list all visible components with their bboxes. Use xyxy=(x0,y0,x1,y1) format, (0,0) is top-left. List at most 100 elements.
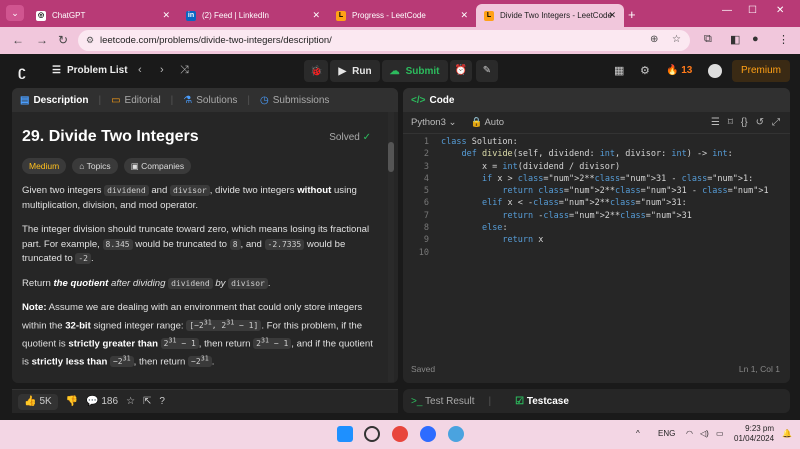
tab-linkedin[interactable]: in (2) Feed | LinkedIn ✕ xyxy=(178,4,328,27)
battery-icon[interactable]: ▭ xyxy=(716,429,724,438)
code-line[interactable]: 4 if x > class="num">2**class="num">31 -… xyxy=(403,173,790,185)
zoom-icon[interactable]: ⊕ xyxy=(650,34,658,45)
minimize-button[interactable]: — xyxy=(722,5,732,16)
auto-toggle[interactable]: 🔒 Auto xyxy=(470,117,504,128)
windows-start-icon[interactable] xyxy=(337,426,353,442)
chrome-profile-icon[interactable] xyxy=(448,426,464,442)
reload-icon[interactable]: ↻ xyxy=(58,33,68,47)
address-bar[interactable]: ⚙ leetcode.com/problems/divide-two-integ… xyxy=(78,30,690,51)
scroll-thumb[interactable] xyxy=(388,142,394,172)
zoom-app-icon[interactable] xyxy=(420,426,436,442)
topics-tag[interactable]: ⌂ Topics xyxy=(72,158,118,174)
bookmark-icon[interactable]: ⌑ xyxy=(728,117,733,128)
leetcode-icon: L xyxy=(336,10,346,21)
timer-button[interactable]: ⏰ xyxy=(450,60,472,82)
forward-icon[interactable]: → xyxy=(36,33,48,47)
tab-description[interactable]: ▤ Description xyxy=(20,95,88,106)
tab-divide-two-integers[interactable]: L Divide Two Integers - LeetCode ✕ xyxy=(476,4,624,27)
code-line[interactable]: 6 elif x < -class="num">2**class="num">3… xyxy=(403,197,790,209)
tab-chatgpt[interactable]: ◎ ChatGPT ✕ xyxy=(28,4,178,27)
braces-icon[interactable]: {} xyxy=(741,117,748,128)
code-line[interactable]: 1 class Solution: xyxy=(403,136,790,148)
sidebar-icon[interactable]: ◧ xyxy=(730,33,740,46)
format-icon[interactable]: ☰ xyxy=(711,117,720,128)
avatar[interactable] xyxy=(708,64,722,78)
close-icon[interactable]: ✕ xyxy=(608,10,616,21)
problem-list-button[interactable]: ☰ Problem List xyxy=(52,65,128,76)
next-problem-icon[interactable]: › xyxy=(160,64,164,76)
companies-tag[interactable]: ▣ Companies xyxy=(123,158,192,174)
maximize-button[interactable]: ☐ xyxy=(748,5,757,16)
close-window-button[interactable]: ✕ xyxy=(776,5,784,16)
comments-button[interactable]: 💬 186 xyxy=(86,396,118,407)
search-icon[interactable] xyxy=(364,426,380,442)
chrome-icon[interactable] xyxy=(392,426,408,442)
streak-counter[interactable]: 🔥 13 xyxy=(666,65,692,76)
code-text: return class="num">2**class="num">31 - c… xyxy=(502,186,769,197)
wifi-icon[interactable]: ◠ xyxy=(686,429,693,438)
tab-editorial[interactable]: ▭ Editorial xyxy=(111,95,161,106)
tab-code[interactable]: </> Code xyxy=(411,95,454,106)
volume-icon[interactable]: ◁) xyxy=(700,429,709,438)
tab-test-result[interactable]: >_ Test Result xyxy=(411,396,474,407)
tab-progress[interactable]: L Progress - LeetCode ✕ xyxy=(328,4,476,27)
code-line[interactable]: 5 return class="num">2**class="num">31 -… xyxy=(403,185,790,197)
code-line[interactable]: 8 else: xyxy=(403,222,790,234)
language-select[interactable]: Python3 ⌄ xyxy=(411,117,456,128)
line-number: 10 xyxy=(418,247,429,258)
back-icon[interactable]: ← xyxy=(12,33,24,47)
extensions-icon[interactable]: ⧉ xyxy=(704,33,712,46)
close-icon[interactable]: ✕ xyxy=(460,10,468,21)
share-button[interactable]: ⇱ xyxy=(143,396,151,407)
tab-solutions[interactable]: ⚗ Solutions xyxy=(183,95,237,106)
code-line[interactable]: 2 def divide(self, dividend: int, diviso… xyxy=(403,148,790,160)
dislike-button[interactable]: 👎 xyxy=(66,396,78,407)
fullscreen-icon[interactable]: ⤢ xyxy=(772,117,780,128)
help-button[interactable]: ? xyxy=(159,396,165,407)
tab-testcase[interactable]: ☑ Testcase xyxy=(515,396,569,407)
settings-gear-icon[interactable]: ⚙ xyxy=(640,64,650,77)
chevron-up-icon[interactable]: ^ xyxy=(636,429,640,438)
history-icon: ◷ xyxy=(260,94,269,106)
code-line[interactable]: 3 x = int(dividend / divisor) xyxy=(403,161,790,173)
bookmark-star-icon[interactable]: ☆ xyxy=(672,34,681,45)
difficulty-badge[interactable]: Medium xyxy=(22,158,67,174)
share-icon: ⇱ xyxy=(143,396,152,407)
system-clock[interactable]: 9:23 pm 01/04/2024 xyxy=(734,424,774,444)
menu-icon[interactable]: ⋮ xyxy=(778,33,789,46)
code-line[interactable]: 7 return -class="num">2**class="num">31 xyxy=(403,210,790,222)
code-line[interactable]: 10 xyxy=(403,247,790,259)
new-tab-button[interactable]: + xyxy=(628,7,636,22)
leetcode-logo[interactable]: ʗ xyxy=(18,63,34,79)
description-scrollbar[interactable] xyxy=(388,112,394,382)
site-info-icon[interactable]: ⚙ xyxy=(86,35,94,46)
prev-problem-icon[interactable]: ‹ xyxy=(138,64,142,76)
reset-icon[interactable]: ↺ xyxy=(756,117,764,128)
question-icon: ? xyxy=(159,396,165,407)
favorite-button[interactable]: ☆ xyxy=(126,396,135,407)
premium-button[interactable]: Premium xyxy=(732,60,790,82)
leetcode-app: ʗ ☰ Problem List ‹ › ⤨ 🐞 ▶ Run ☁ Submit … xyxy=(0,54,800,420)
tab-search-icon[interactable]: ⌄ xyxy=(6,5,24,21)
notification-bell-icon[interactable]: 🔔 xyxy=(782,429,792,438)
code-text: if x > class="num">2**class="num">31 - c… xyxy=(481,173,754,184)
code-line[interactable]: 9 return x xyxy=(403,234,790,246)
tab-submissions[interactable]: ◷ Submissions xyxy=(260,95,329,106)
profile-icon[interactable]: ● xyxy=(752,33,759,45)
close-icon[interactable]: ✕ xyxy=(312,10,320,21)
code-text: else: xyxy=(481,223,508,234)
debug-button[interactable]: 🐞 xyxy=(304,60,329,82)
like-button[interactable]: 👍 5K xyxy=(18,393,58,410)
code-editor[interactable]: 1 class Solution: 2 def divide(self, divid… xyxy=(403,136,790,259)
line-number: 1 xyxy=(423,137,429,147)
language-indicator[interactable]: ENG xyxy=(658,429,675,438)
shuffle-icon[interactable]: ⤨ xyxy=(180,64,189,77)
editor-tools: ☰ ⌑ {} ↺ ⤢ xyxy=(711,117,780,128)
layout-icon[interactable]: ▦ xyxy=(614,64,624,77)
notes-button[interactable]: ✎ xyxy=(476,60,498,82)
url-text[interactable]: leetcode.com/problems/divide-two-integer… xyxy=(100,35,332,46)
run-button[interactable]: ▶ Run xyxy=(330,60,380,82)
close-icon[interactable]: ✕ xyxy=(162,10,170,21)
submit-button[interactable]: ☁ Submit xyxy=(381,60,448,82)
terminal-icon: >_ xyxy=(411,395,423,407)
